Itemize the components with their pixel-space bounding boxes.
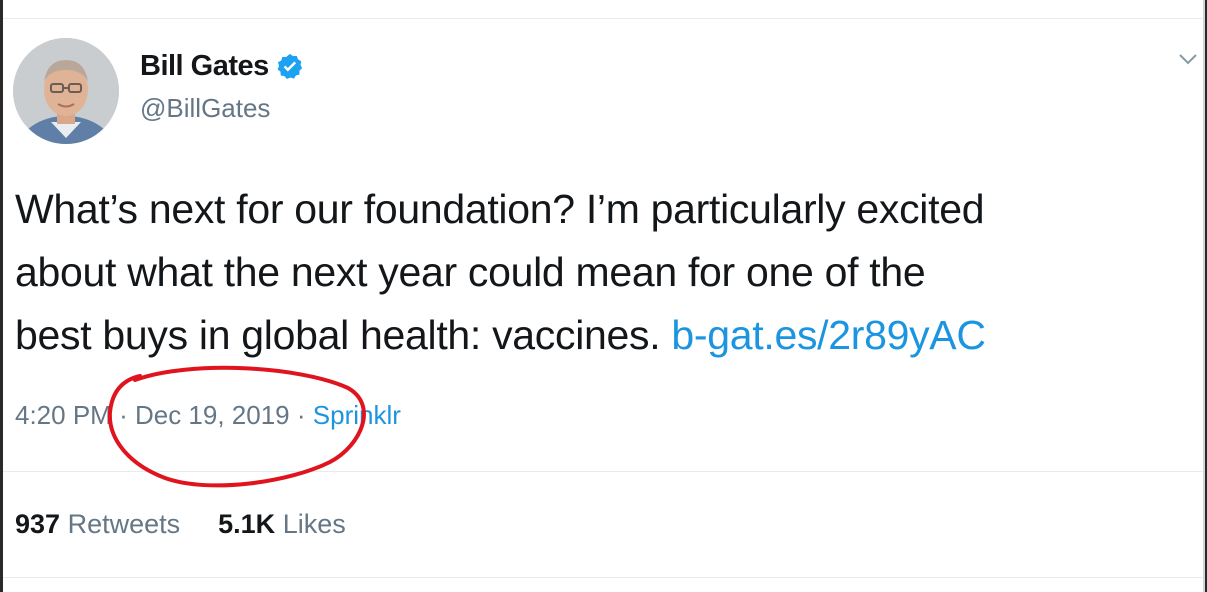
chevron-down-icon[interactable] (1177, 48, 1199, 70)
avatar[interactable] (13, 38, 119, 144)
top-divider (3, 18, 1203, 19)
meta-separator: · (119, 400, 128, 430)
likes-stat[interactable]: 5.1K Likes (218, 509, 346, 539)
author-handle[interactable]: @BillGates (140, 93, 270, 124)
retweets-label: Retweets (67, 509, 181, 539)
bottom-divider (3, 577, 1203, 578)
stats-divider (3, 471, 1203, 472)
likes-label: Likes (282, 509, 346, 539)
meta-separator: · (296, 400, 306, 430)
tweet-text-line-1: What’s next for our foundation? I’m part… (15, 186, 985, 232)
tweet-link[interactable]: b-gat.es/2r89yAC (671, 312, 986, 358)
tweet-source[interactable]: Sprinklr (313, 400, 401, 430)
tweet-text-line-3-text: best buys in global health: vaccines. (15, 312, 672, 358)
tweet-meta: 4:20 PM · Dec 19, 2019 · Sprinklr (15, 400, 401, 431)
likes-count: 5.1K (218, 509, 276, 539)
retweets-count: 937 (15, 509, 61, 539)
tweet-stats: 937 Retweets 5.1K Likes (15, 509, 346, 540)
author-name[interactable]: Bill Gates (140, 50, 269, 83)
author-row: Bill Gates (140, 50, 305, 83)
tweet-time[interactable]: 4:20 PM (15, 400, 112, 430)
retweets-stat[interactable]: 937 Retweets (15, 509, 180, 539)
tweet-text-line-2: about what the next year could mean for … (15, 249, 926, 295)
tweet-text: What’s next for our foundation? I’m part… (15, 178, 1205, 367)
tweet-date[interactable]: Dec 19, 2019 (135, 400, 290, 430)
verified-badge-icon (275, 52, 305, 82)
tweet-card: Bill Gates @BillGates What’s next for ou… (3, 0, 1205, 592)
tweet-text-line-3: best buys in global health: vaccines. b-… (15, 304, 1205, 367)
